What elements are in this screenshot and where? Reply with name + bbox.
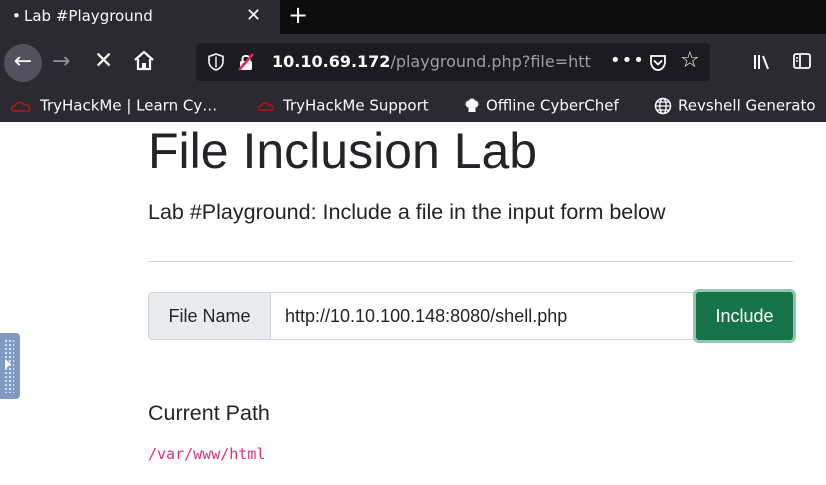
include-button[interactable]: Include	[693, 289, 796, 343]
current-path-heading: Current Path	[148, 401, 270, 425]
bookmark-tryhackme[interactable]: TryHackMe | Learn Cy…	[10, 96, 217, 115]
url-text[interactable]: 10.10.69.172/playground.php?file=htt	[272, 52, 602, 71]
bookmark-label: Revshell Generato	[678, 96, 816, 115]
tracking-protection-shield-icon[interactable]	[208, 53, 224, 71]
bookmark-label: Offline CyberChef	[486, 96, 619, 115]
address-bar[interactable]: 10.10.69.172/playground.php?file=htt •••…	[196, 43, 710, 81]
bookmark-label: TryHackMe | Learn Cy…	[40, 96, 218, 115]
page-actions-menu-icon[interactable]: •••	[610, 50, 645, 71]
file-name-label: File Name	[148, 292, 271, 340]
browser-tab[interactable]: • Lab #Playground ✕	[0, 0, 280, 34]
bookmarks-toolbar: TryHackMe | Learn Cy… TryHackMe Support …	[0, 92, 826, 122]
bookmark-revshell[interactable]: Revshell Generato	[654, 96, 816, 115]
library-icon[interactable]	[752, 52, 772, 72]
stop-loading-button[interactable]: ✕	[94, 48, 113, 74]
page-lead: Lab #Playground: Include a file in the i…	[148, 200, 666, 224]
pocket-icon[interactable]	[648, 53, 668, 73]
divider	[148, 261, 793, 262]
file-name-input[interactable]	[270, 292, 694, 340]
new-tab-button[interactable]: +	[288, 1, 308, 29]
bookmark-label: TryHackMe Support	[283, 96, 429, 115]
tab-strip: • Lab #Playground ✕ +	[0, 0, 826, 34]
sidebar-toggle-icon[interactable]	[792, 51, 812, 71]
bookmark-cyberchef[interactable]: Offline CyberChef	[464, 96, 619, 115]
navigation-toolbar: ← → ✕ 10.10.69.172/playground.php?file=h…	[0, 34, 826, 92]
insecure-lock-icon[interactable]	[236, 52, 256, 72]
home-icon[interactable]	[132, 49, 156, 73]
tryhackme-icon	[257, 101, 275, 111]
side-panel-handle[interactable]	[0, 333, 20, 399]
back-button[interactable]: ←	[4, 44, 42, 82]
chef-hat-icon	[465, 98, 479, 112]
tab-title: Lab #Playground	[24, 7, 153, 25]
tab-loading-dot: •	[12, 7, 21, 25]
bookmark-star-icon[interactable]: ☆	[680, 48, 700, 73]
tryhackme-icon	[11, 101, 31, 112]
file-include-form: File Name Include	[148, 289, 796, 343]
page-title: File Inclusion Lab	[148, 123, 538, 179]
globe-icon	[654, 97, 672, 114]
expand-arrow-icon	[5, 359, 11, 369]
url-path: /playground.php?file=htt	[390, 52, 591, 71]
tab-close-icon[interactable]: ✕	[246, 5, 261, 26]
current-path-value: /var/www/html	[148, 445, 266, 463]
url-host: 10.10.69.172	[272, 52, 391, 71]
bookmark-tryhackme-support[interactable]: TryHackMe Support	[257, 96, 429, 115]
forward-button[interactable]: →	[52, 49, 70, 74]
